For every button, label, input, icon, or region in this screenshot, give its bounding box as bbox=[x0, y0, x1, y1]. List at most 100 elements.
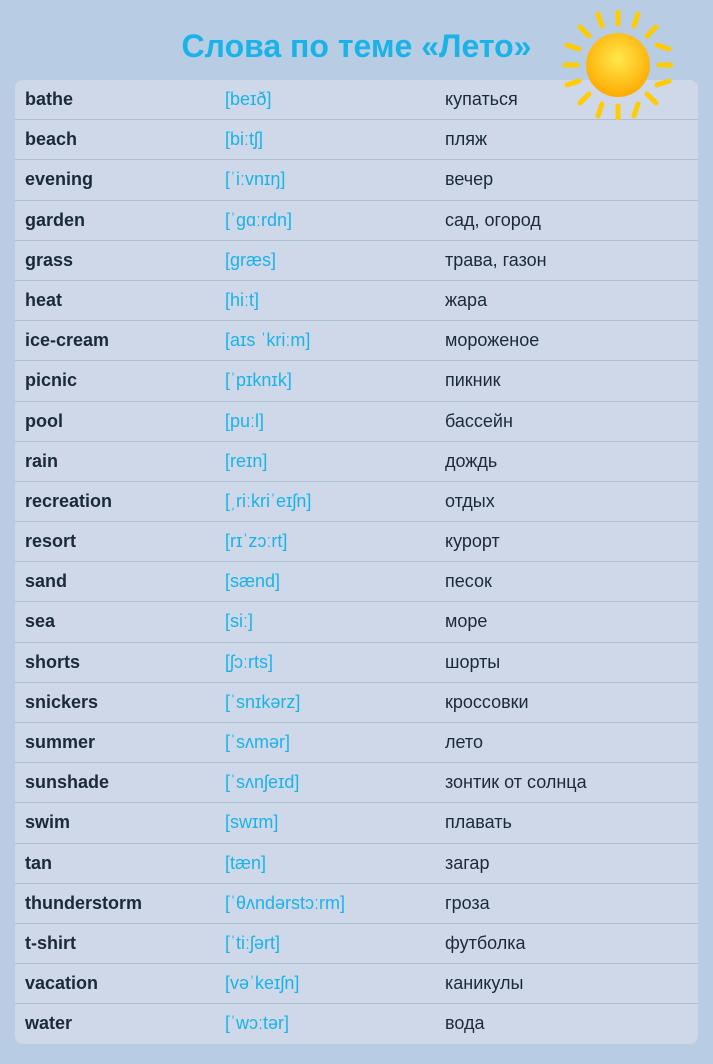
table-row: vacation[vəˈkeɪʃn]каникулы bbox=[15, 964, 698, 1004]
meaning-cell: мороженое bbox=[435, 321, 698, 361]
meaning-cell: море bbox=[435, 602, 698, 642]
page-title: Слова по теме «Лето» bbox=[182, 28, 532, 64]
word-cell: shorts bbox=[15, 642, 215, 682]
meaning-cell: вечер bbox=[435, 160, 698, 200]
table-row: t-shirt[ˈtiːʃərt]футболка bbox=[15, 923, 698, 963]
meaning-cell: бассейн bbox=[435, 401, 698, 441]
transcription-cell: [puːl] bbox=[215, 401, 435, 441]
word-cell: thunderstorm bbox=[15, 883, 215, 923]
table-row: grass[ɡræs]трава, газон bbox=[15, 240, 698, 280]
word-cell: snickers bbox=[15, 682, 215, 722]
word-cell: pool bbox=[15, 401, 215, 441]
meaning-cell: сад, огород bbox=[435, 200, 698, 240]
meaning-cell: каникулы bbox=[435, 964, 698, 1004]
transcription-cell: [beɪð] bbox=[215, 80, 435, 120]
meaning-cell: жара bbox=[435, 280, 698, 320]
table-row: resort[rɪˈzɔːrt]курорт bbox=[15, 522, 698, 562]
transcription-cell: [ˈsʌmər] bbox=[215, 723, 435, 763]
word-cell: rain bbox=[15, 441, 215, 481]
meaning-cell: трава, газон bbox=[435, 240, 698, 280]
transcription-cell: [ʃɔːrts] bbox=[215, 642, 435, 682]
word-cell: bathe bbox=[15, 80, 215, 120]
meaning-cell: шорты bbox=[435, 642, 698, 682]
meaning-cell: вода bbox=[435, 1004, 698, 1044]
word-cell: sea bbox=[15, 602, 215, 642]
table-row: sunshade[ˈsʌnʃeɪd]зонтик от солнца bbox=[15, 763, 698, 803]
transcription-cell: [sænd] bbox=[215, 562, 435, 602]
meaning-cell: лето bbox=[435, 723, 698, 763]
word-cell: swim bbox=[15, 803, 215, 843]
transcription-cell: [ˈɡɑːrdn] bbox=[215, 200, 435, 240]
word-cell: ice-cream bbox=[15, 321, 215, 361]
transcription-cell: [hiːt] bbox=[215, 280, 435, 320]
word-cell: tan bbox=[15, 843, 215, 883]
word-cell: resort bbox=[15, 522, 215, 562]
table-row: recreation[ˌriːkriˈeɪʃn]отдых bbox=[15, 481, 698, 521]
transcription-cell: [biːtʃ] bbox=[215, 120, 435, 160]
table-row: picnic[ˈpɪknɪk]пикник bbox=[15, 361, 698, 401]
table-row: tan[tæn]загар bbox=[15, 843, 698, 883]
word-cell: sand bbox=[15, 562, 215, 602]
word-cell: garden bbox=[15, 200, 215, 240]
meaning-cell: гроза bbox=[435, 883, 698, 923]
word-cell: t-shirt bbox=[15, 923, 215, 963]
transcription-cell: [ˈpɪknɪk] bbox=[215, 361, 435, 401]
table-row: swim[swɪm]плавать bbox=[15, 803, 698, 843]
table-row: pool[puːl]бассейн bbox=[15, 401, 698, 441]
transcription-cell: [ˈtiːʃərt] bbox=[215, 923, 435, 963]
table-row: thunderstorm[ˈθʌndərstɔːrm]гроза bbox=[15, 883, 698, 923]
meaning-cell: футболка bbox=[435, 923, 698, 963]
table-row: sand[sænd]песок bbox=[15, 562, 698, 602]
vocab-table: bathe[beɪð]купатьсяbeach[biːtʃ]пляжeveni… bbox=[15, 80, 698, 1044]
meaning-cell: дождь bbox=[435, 441, 698, 481]
table-row: beach[biːtʃ]пляж bbox=[15, 120, 698, 160]
word-cell: vacation bbox=[15, 964, 215, 1004]
word-cell: recreation bbox=[15, 481, 215, 521]
word-cell: beach bbox=[15, 120, 215, 160]
meaning-cell: курорт bbox=[435, 522, 698, 562]
word-cell: summer bbox=[15, 723, 215, 763]
meaning-cell: песок bbox=[435, 562, 698, 602]
transcription-cell: [ɡræs] bbox=[215, 240, 435, 280]
word-cell: grass bbox=[15, 240, 215, 280]
meaning-cell: пляж bbox=[435, 120, 698, 160]
table-row: water[ˈwɔːtər]вода bbox=[15, 1004, 698, 1044]
transcription-cell: [ˈiːvnɪŋ] bbox=[215, 160, 435, 200]
table-row: heat[hiːt]жара bbox=[15, 280, 698, 320]
meaning-cell: загар bbox=[435, 843, 698, 883]
table-row: sea[siː]море bbox=[15, 602, 698, 642]
word-cell: evening bbox=[15, 160, 215, 200]
meaning-cell: пикник bbox=[435, 361, 698, 401]
transcription-cell: [ˈsnɪkərz] bbox=[215, 682, 435, 722]
meaning-cell: отдых bbox=[435, 481, 698, 521]
table-row: rain[reɪn]дождь bbox=[15, 441, 698, 481]
table-row: ice-cream[aɪs ˈkriːm]мороженое bbox=[15, 321, 698, 361]
transcription-cell: [ˈsʌnʃeɪd] bbox=[215, 763, 435, 803]
transcription-cell: [reɪn] bbox=[215, 441, 435, 481]
transcription-cell: [siː] bbox=[215, 602, 435, 642]
transcription-cell: [ˌriːkriˈeɪʃn] bbox=[215, 481, 435, 521]
transcription-cell: [vəˈkeɪʃn] bbox=[215, 964, 435, 1004]
vocab-table-container: bathe[beɪð]купатьсяbeach[biːtʃ]пляжeveni… bbox=[15, 80, 698, 1044]
sun-rays-icon bbox=[563, 10, 673, 120]
meaning-cell: зонтик от солнца bbox=[435, 763, 698, 803]
table-row: shorts[ʃɔːrts]шорты bbox=[15, 642, 698, 682]
page: Слова по теме «Лето» bbox=[10, 10, 703, 1054]
sun-decoration bbox=[563, 10, 673, 120]
transcription-cell: [ˈθʌndərstɔːrm] bbox=[215, 883, 435, 923]
header: Слова по теме «Лето» bbox=[10, 10, 703, 75]
meaning-cell: плавать bbox=[435, 803, 698, 843]
word-cell: heat bbox=[15, 280, 215, 320]
table-row: evening[ˈiːvnɪŋ]вечер bbox=[15, 160, 698, 200]
word-cell: sunshade bbox=[15, 763, 215, 803]
word-cell: picnic bbox=[15, 361, 215, 401]
word-cell: water bbox=[15, 1004, 215, 1044]
transcription-cell: [ˈwɔːtər] bbox=[215, 1004, 435, 1044]
table-row: snickers[ˈsnɪkərz]кроссовки bbox=[15, 682, 698, 722]
table-row: garden[ˈɡɑːrdn]сад, огород bbox=[15, 200, 698, 240]
table-row: summer[ˈsʌmər]лето bbox=[15, 723, 698, 763]
transcription-cell: [aɪs ˈkriːm] bbox=[215, 321, 435, 361]
transcription-cell: [rɪˈzɔːrt] bbox=[215, 522, 435, 562]
transcription-cell: [tæn] bbox=[215, 843, 435, 883]
transcription-cell: [swɪm] bbox=[215, 803, 435, 843]
